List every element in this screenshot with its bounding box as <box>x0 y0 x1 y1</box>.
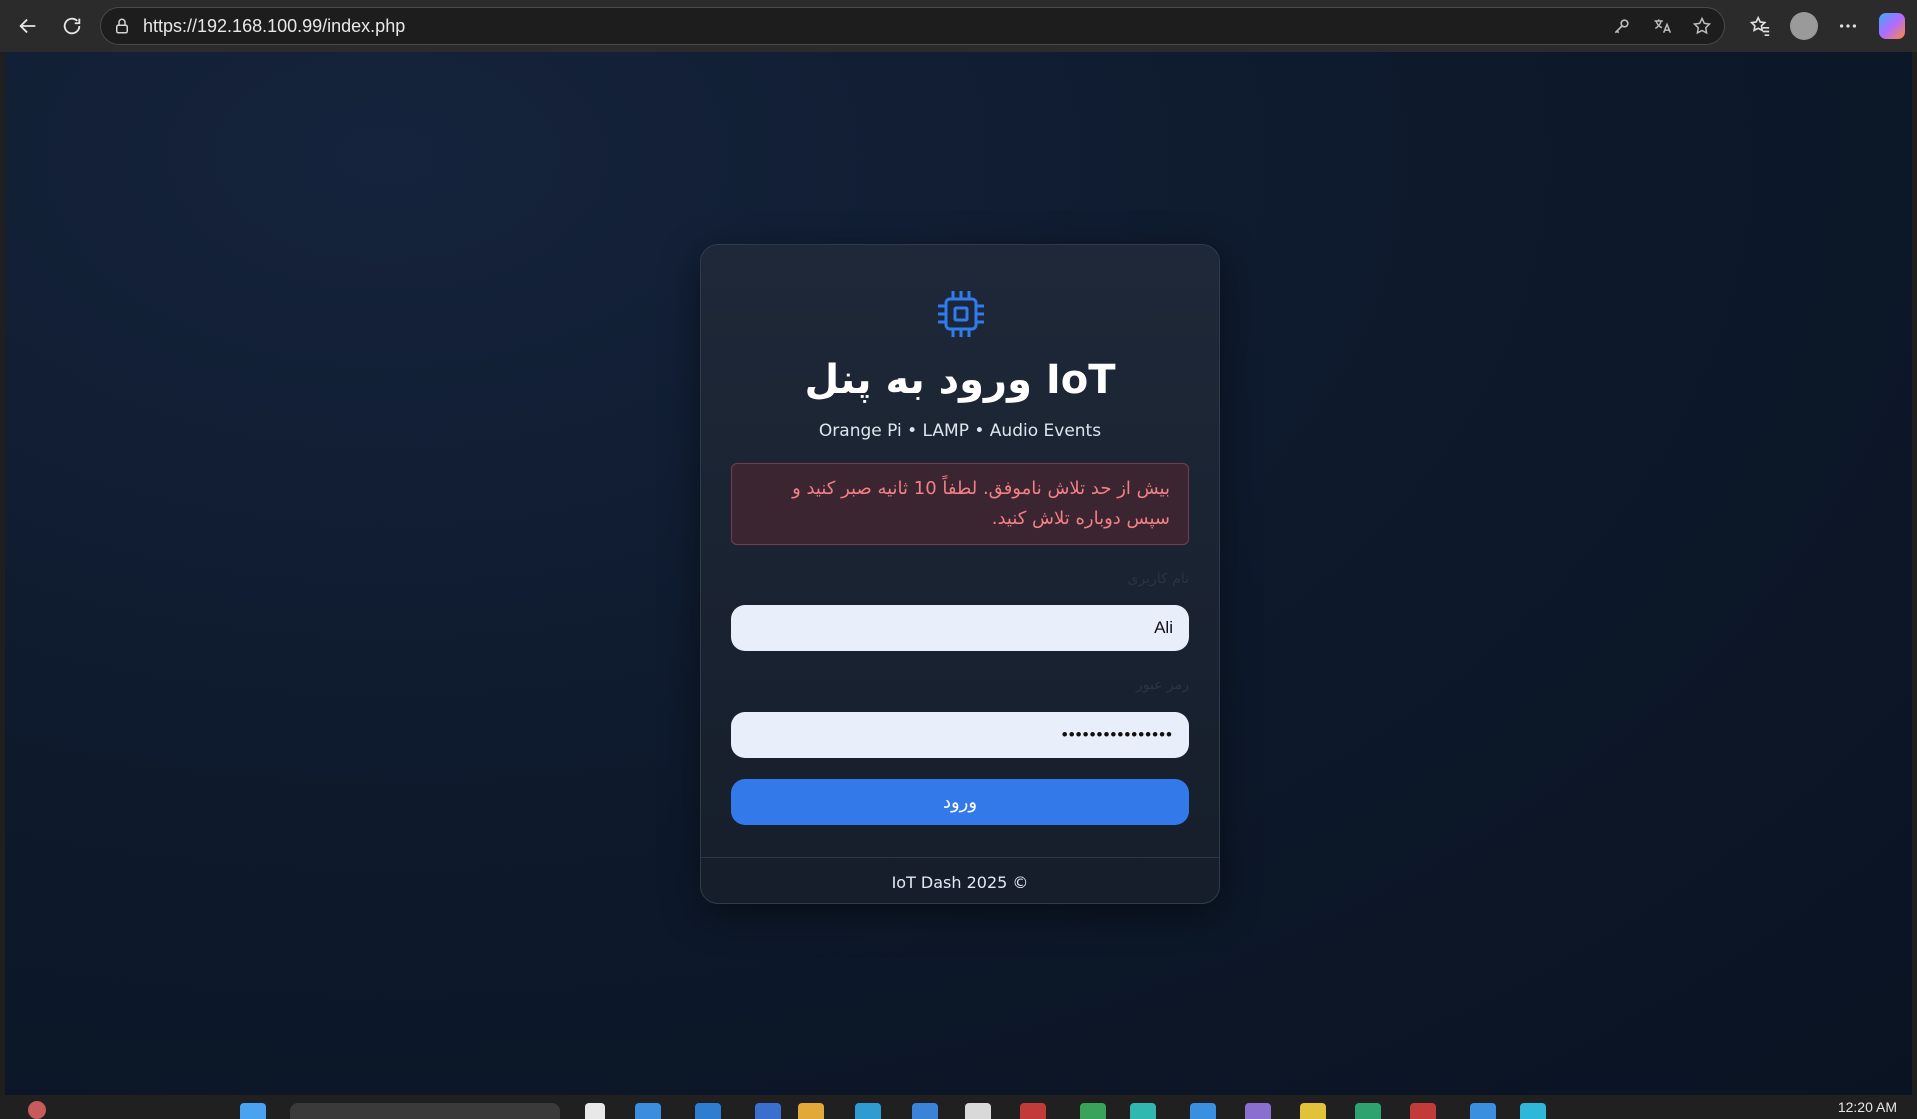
taskbar-app-icon[interactable] <box>635 1103 661 1119</box>
password-field[interactable]: •••••••••••••••• <box>731 712 1189 758</box>
taskbar-app-icon[interactable] <box>1190 1103 1216 1119</box>
address-bar[interactable]: https://192.168.100.99/index.php <box>100 7 1725 45</box>
page-subtitle: Orange Pi • LAMP • Audio Events <box>818 421 1102 441</box>
read-aloud-icon[interactable] <box>1650 14 1674 38</box>
star-icon[interactable] <box>1690 14 1714 38</box>
taskbar-app-icon[interactable] <box>585 1103 605 1119</box>
url-text[interactable]: https://192.168.100.99/index.php <box>143 16 405 37</box>
more-icon[interactable] <box>1831 9 1865 43</box>
taskbar-app-icon[interactable] <box>695 1103 721 1119</box>
taskbar-app-icon[interactable] <box>1520 1103 1546 1119</box>
taskbar-app-icon[interactable] <box>912 1103 938 1119</box>
chip-icon <box>934 287 988 341</box>
taskbar-app-icon[interactable] <box>1410 1103 1436 1119</box>
taskbar-app-icon[interactable] <box>855 1103 881 1119</box>
taskbar-app-icon[interactable] <box>1245 1103 1271 1119</box>
start-icon[interactable] <box>240 1103 266 1119</box>
card-footer: IoT Dash 2025 © <box>891 873 1029 892</box>
taskbar-app-icon[interactable] <box>1080 1103 1106 1119</box>
key-icon[interactable] <box>1610 14 1634 38</box>
taskbar-app-icon[interactable] <box>1470 1103 1496 1119</box>
page-viewport: ورود به پنل IoT Orange Pi • LAMP • Audio… <box>5 52 1912 1095</box>
username-field[interactable]: Ali <box>731 605 1189 651</box>
taskbar-search[interactable] <box>290 1103 560 1119</box>
card-divider <box>701 857 1219 858</box>
favorites-icon[interactable] <box>1743 9 1777 43</box>
taskbar-app-icon[interactable] <box>1300 1103 1326 1119</box>
lock-icon[interactable] <box>113 17 131 35</box>
browser-toolbar: https://192.168.100.99/index.php <box>0 0 1917 52</box>
page-title: ورود به پنل IoT <box>804 357 1116 403</box>
login-card: ورود به پنل IoT Orange Pi • LAMP • Audio… <box>700 244 1220 904</box>
taskbar-widget-icon[interactable] <box>28 1101 46 1119</box>
taskbar-clock[interactable]: 12:20 AM <box>1838 1099 1897 1115</box>
taskbar-app-icon[interactable] <box>1355 1103 1381 1119</box>
taskbar-app-icon[interactable] <box>755 1103 781 1119</box>
error-alert: بیش از حد تلاش ناموفق. لطفاً 10 ثانیه صب… <box>731 463 1189 545</box>
taskbar-app-icon[interactable] <box>798 1103 824 1119</box>
profile-icon[interactable] <box>1787 9 1821 43</box>
taskbar-app-icon[interactable] <box>1020 1103 1046 1119</box>
password-label: رمز عبور <box>1135 677 1189 693</box>
copilot-icon[interactable] <box>1875 9 1909 43</box>
login-button[interactable]: ورود <box>731 779 1189 825</box>
taskbar-app-icon[interactable] <box>1130 1103 1156 1119</box>
taskbar-app-icon[interactable] <box>965 1103 991 1119</box>
refresh-icon[interactable] <box>52 6 92 46</box>
back-arrow-icon[interactable] <box>8 6 48 46</box>
taskbar: 12:20 AM <box>0 1095 1917 1119</box>
username-label: نام کاربری <box>1127 571 1189 587</box>
